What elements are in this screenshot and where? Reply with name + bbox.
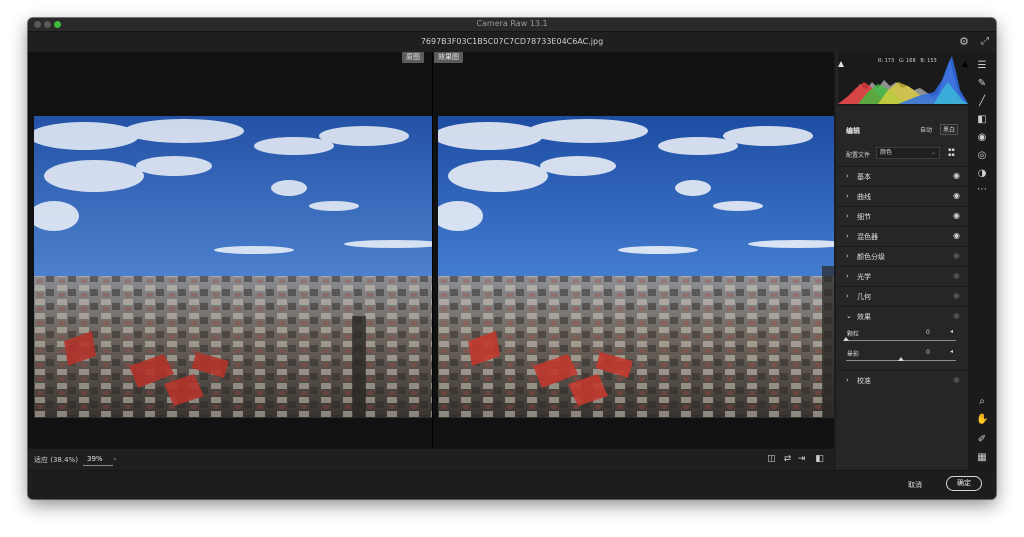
zoom-level-field[interactable]: 39% <box>83 452 113 466</box>
tab-after[interactable]: 效果图 <box>434 52 463 63</box>
section-7[interactable]: ⌄ 效果 ◉ <box>836 306 968 326</box>
presets-icon[interactable]: ◑ <box>976 168 988 180</box>
status-bar: 适应 (38.4%) 39% ⌄ ◫ ⇄ ⇥ ◧ <box>28 448 834 470</box>
section-5[interactable]: › 光学 ◉ <box>836 266 968 286</box>
eye-icon[interactable]: ◉ <box>953 191 960 200</box>
section-label: 细节 <box>857 213 871 221</box>
chevron-right-icon: › <box>846 252 849 260</box>
section-6[interactable]: › 几何 ◉ <box>836 286 968 306</box>
slider-label: 晕影 <box>847 351 860 358</box>
chevron-right-icon: › <box>846 272 849 280</box>
shadow-clipping-icon[interactable] <box>838 52 844 67</box>
profile-label: 配置文件 <box>846 152 871 159</box>
auto-button[interactable]: 自动 <box>920 125 932 134</box>
chevron-right-icon: › <box>846 192 849 200</box>
after-photo <box>438 116 834 418</box>
reset-icon[interactable]: ◂ <box>950 328 953 335</box>
chevron-down-icon[interactable]: ⌄ <box>112 454 118 462</box>
eye-icon[interactable]: ◉ <box>953 231 960 240</box>
toggle-view-icon[interactable]: ◧ <box>814 454 825 465</box>
edit-panel: R: 173 G: 168 B: 153 编辑 自动 黑白 配置文件 颜色 ⌄ … <box>836 52 968 470</box>
ok-button[interactable]: 确定 <box>946 476 982 491</box>
slider-value-field[interactable]: 0 <box>926 329 944 336</box>
zoom-icon[interactable]: ⌕ <box>976 396 988 408</box>
eye-icon[interactable]: ◉ <box>953 271 960 280</box>
file-name: 7697B3F03C1B5C07C7CD78733E04C6AC.jpg <box>420 37 604 46</box>
section-0[interactable]: › 基本 ◉ <box>836 166 968 186</box>
browse-profiles-icon[interactable]: ▪▪ ▪▪ <box>948 148 955 158</box>
slider-value-field[interactable]: 0 <box>926 349 944 356</box>
slider-track[interactable] <box>846 340 956 341</box>
effect-slider-row: 颗粒 0 ◂ <box>836 328 968 348</box>
dialog-footer: 取消 确定 <box>28 470 996 499</box>
tab-before[interactable]: 原图 <box>402 52 424 63</box>
chevron-right-icon: › <box>846 172 849 180</box>
profile-row: 配置文件 颜色 ⌄ ▪▪ ▪▪ <box>836 144 968 166</box>
gear-icon[interactable]: ⚙ <box>958 36 970 48</box>
eye-icon[interactable]: ◉ <box>953 375 960 384</box>
reset-icon[interactable]: ◂ <box>950 348 953 355</box>
tool-strip: ☰ ✎ ╱ ◧ ◉ ◎ ◑ ⋯ ⌕ ✋ ✐ ▦ <box>968 52 996 470</box>
slider-thumb[interactable] <box>898 357 904 361</box>
edit-sliders-icon[interactable]: ☰ <box>976 60 988 72</box>
before-after-view-icon[interactable]: ◫ <box>766 454 777 465</box>
hand-icon[interactable]: ✋ <box>976 414 988 426</box>
healing-brush-icon[interactable]: ✎ <box>976 78 988 90</box>
profile-value: 颜色 <box>880 149 893 156</box>
copy-settings-icon[interactable]: ⇥ <box>796 454 807 465</box>
chevron-right-icon: › <box>846 292 849 300</box>
edit-title: 编辑 <box>846 127 860 135</box>
histogram: R: 173 G: 168 B: 153 <box>838 52 968 106</box>
section-2[interactable]: › 细节 ◉ <box>836 206 968 226</box>
section-label: 基本 <box>857 173 871 181</box>
black-white-button[interactable]: 黑白 <box>940 124 959 135</box>
section-label: 颜色分级 <box>857 253 885 261</box>
color-sampler-icon[interactable]: ✐ <box>976 434 988 446</box>
preview-area[interactable]: 原图 效果图 <box>28 52 834 448</box>
chevron-right-icon: › <box>846 376 849 384</box>
section-label: 几何 <box>857 293 871 301</box>
app-title: Camera Raw 13.1 <box>476 19 548 28</box>
radial-filter-icon[interactable]: ◉ <box>976 132 988 144</box>
rgb-readout: R: 173 G: 168 B: 153 <box>878 58 937 64</box>
before-photo <box>34 116 432 418</box>
graduated-filter-icon[interactable]: ◧ <box>976 114 988 126</box>
swap-settings-icon[interactable]: ⇄ <box>782 454 793 465</box>
red-eye-icon[interactable]: ◎ <box>976 150 988 162</box>
effect-slider-row: 晕影 0 ◂ <box>836 348 968 368</box>
eye-icon[interactable]: ◉ <box>953 211 960 220</box>
section-1[interactable]: › 曲线 ◉ <box>836 186 968 206</box>
section-8[interactable]: › 校准 ◉ <box>836 370 968 390</box>
fit-zoom-label[interactable]: 适应 (38.4%) <box>34 455 78 465</box>
title-bar: Camera Raw 13.1 <box>28 18 996 32</box>
camera-raw-window: Camera Raw 13.1 7697B3F03C1B5C07C7CD7873… <box>28 18 996 499</box>
slider-thumb[interactable] <box>843 337 849 341</box>
profile-select[interactable]: 颜色 ⌄ <box>876 147 940 159</box>
section-4[interactable]: › 颜色分级 ◉ <box>836 246 968 266</box>
split-divider <box>432 52 433 448</box>
section-label: 校准 <box>857 377 871 385</box>
eye-icon[interactable]: ◉ <box>953 251 960 260</box>
adjustment-brush-icon[interactable]: ╱ <box>976 96 988 108</box>
eye-icon[interactable]: ◉ <box>953 311 960 320</box>
section-label: 效果 <box>857 313 871 321</box>
expand-icon[interactable]: ⤢ <box>979 36 991 48</box>
section-label: 曲线 <box>857 193 871 201</box>
file-bar: 7697B3F03C1B5C07C7CD78733E04C6AC.jpg ⚙ ⤢ <box>28 32 996 52</box>
section-3[interactable]: › 混色器 ◉ <box>836 226 968 246</box>
chevron-down-icon: ⌄ <box>930 149 936 156</box>
grid-icon[interactable]: ▦ <box>976 452 988 464</box>
eye-icon[interactable]: ◉ <box>953 171 960 180</box>
chevron-down-icon: ⌄ <box>846 312 852 320</box>
cancel-button[interactable]: 取消 <box>908 480 922 490</box>
chevron-right-icon: › <box>846 232 849 240</box>
chevron-right-icon: › <box>846 212 849 220</box>
eye-icon[interactable]: ◉ <box>953 291 960 300</box>
more-icon[interactable]: ⋯ <box>976 184 988 196</box>
section-label: 混色器 <box>857 233 878 241</box>
section-label: 光学 <box>857 273 871 281</box>
